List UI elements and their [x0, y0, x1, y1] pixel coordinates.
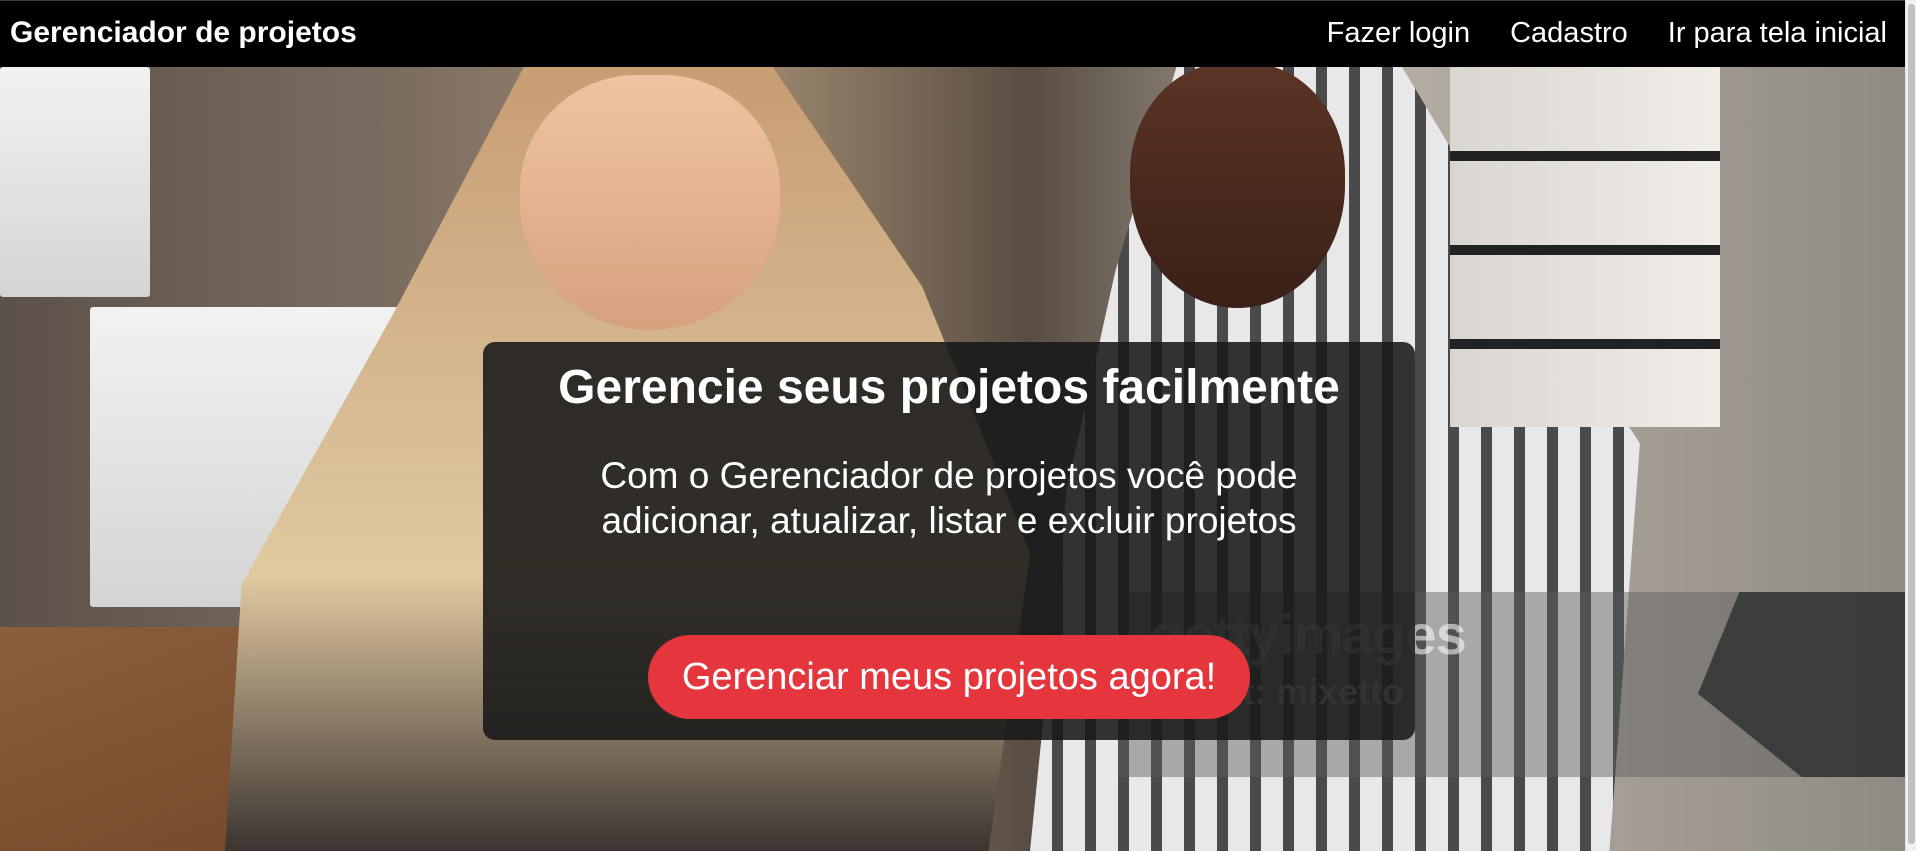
- site-brand[interactable]: Gerenciador de projetos: [10, 16, 357, 50]
- woman-right-face: [1130, 67, 1345, 308]
- vertical-scrollbar[interactable]: [1905, 0, 1916, 851]
- login-link[interactable]: Fazer login: [1327, 17, 1470, 50]
- nav-links: Fazer login Cadastro Ir para tela inicia…: [1327, 17, 1887, 50]
- background-monitor: [0, 67, 150, 297]
- manage-projects-button[interactable]: Gerenciar meus projetos agora!: [648, 635, 1250, 719]
- home-link[interactable]: Ir para tela inicial: [1668, 17, 1887, 50]
- woman-left-face: [520, 75, 780, 330]
- hero-headline: Gerencie seus projetos facilmente: [558, 361, 1340, 414]
- hero-description: Com o Gerenciador de projetos você pode …: [600, 454, 1298, 541]
- top-navbar: Gerenciador de projetos Fazer login Cada…: [0, 0, 1905, 67]
- hero-card: Gerencie seus projetos facilmente Com o …: [483, 342, 1415, 740]
- page: Gerenciador de projetos Fazer login Cada…: [0, 0, 1916, 851]
- scrollbar-thumb[interactable]: [1908, 4, 1915, 844]
- office-shelf: [1450, 67, 1720, 427]
- signup-link[interactable]: Cadastro: [1510, 17, 1628, 50]
- hero-section: gettyimages Credit: mixetto Gerencie seu…: [0, 67, 1905, 851]
